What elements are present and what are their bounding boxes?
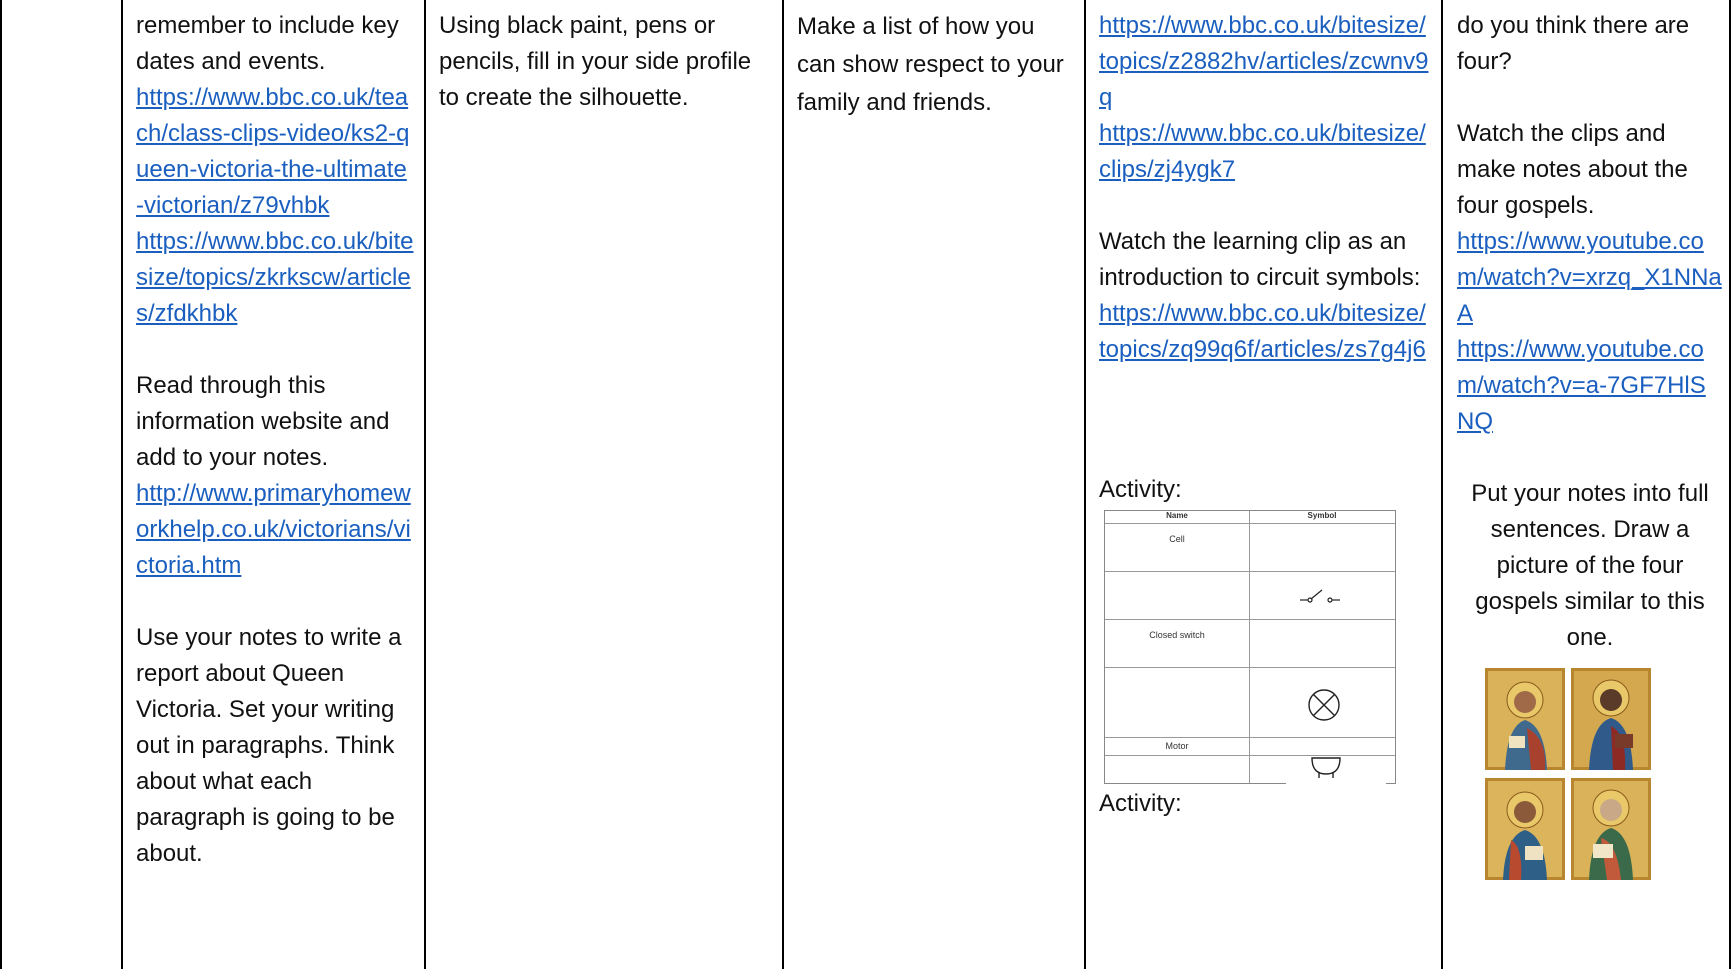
cell-text: Watch the learning clip as an introducti…: [1099, 228, 1421, 291]
primaryhomework-link[interactable]: http://www.primaryhomeworkhelp.co.uk/vic…: [136, 476, 414, 584]
cell-text: Watch the clips and make notes about the…: [1457, 120, 1688, 219]
table-border: [1441, 0, 1443, 969]
cell-science: https://www.bbc.co.uk/bitesize/topics/z2…: [1099, 8, 1431, 368]
cell-text: Put your notes into full sentences. Draw…: [1471, 480, 1709, 651]
table-border: [1084, 0, 1086, 969]
column-header: Name: [1166, 511, 1188, 520]
component-name: Cell: [1169, 534, 1185, 544]
bbc-link[interactable]: https://www.bbc.co.uk/bitesize/topics/zk…: [136, 224, 414, 332]
table-row: [1105, 667, 1395, 738]
cell-re: do you think there are four? Watch the c…: [1457, 8, 1723, 656]
gospel-icon: [1485, 668, 1565, 770]
table-border: [782, 0, 784, 969]
cell-text: do you think there are four?: [1457, 12, 1690, 75]
component-name: Motor: [1165, 741, 1189, 751]
table-row: [1105, 571, 1395, 620]
cell-text: Make a list of how you can show respect …: [797, 13, 1064, 116]
youtube-link[interactable]: https://www.youtube.com/watch?v=a-7GF7Hl…: [1457, 332, 1723, 440]
table-row: Cell: [1105, 523, 1395, 572]
cell-art: Using black paint, pens or pencils, fill…: [439, 8, 769, 116]
table-border: [1729, 0, 1731, 969]
bbc-link[interactable]: https://www.bbc.co.uk/teach/class-clips-…: [136, 80, 414, 224]
gospel-icon: [1571, 778, 1651, 880]
table-row: Closed switch: [1105, 619, 1395, 668]
cell-text: remember to include key dates and events…: [136, 12, 399, 75]
bbc-link[interactable]: https://www.bbc.co.uk/bitesize/topics/z2…: [1099, 8, 1431, 116]
bbc-link[interactable]: https://www.bbc.co.uk/bitesize/topics/zq…: [1099, 296, 1431, 368]
worksheet-table: remember to include key dates and events…: [0, 0, 1732, 969]
four-gospels-picture: [1485, 668, 1653, 880]
gospel-icon: [1571, 668, 1651, 770]
cell-history: remember to include key dates and events…: [136, 8, 414, 872]
cell-text: Use your notes to write a report about Q…: [136, 624, 402, 867]
column-header: Symbol: [1307, 511, 1337, 520]
image-edge: [1286, 778, 1386, 788]
open-switch-icon: [1300, 589, 1340, 603]
table-border: [0, 0, 2, 969]
youtube-link[interactable]: https://www.youtube.com/watch?v=xrzq_X1N…: [1457, 224, 1723, 332]
cell-text: Using black paint, pens or pencils, fill…: [439, 12, 752, 111]
lamp-icon: [1308, 689, 1340, 721]
cell-pshe: Make a list of how you can show respect …: [797, 8, 1069, 122]
bbc-link[interactable]: https://www.bbc.co.uk/bitesize/clips/zj4…: [1099, 116, 1431, 188]
table-border: [121, 0, 123, 969]
table-border: [424, 0, 426, 969]
gospel-icon: [1485, 778, 1565, 880]
cell-text: Read through this information website an…: [136, 372, 390, 471]
table-row: Motor: [1105, 737, 1395, 756]
circuit-symbols-table: Name Symbol Cell Closed switch Motor: [1104, 510, 1396, 784]
activity-label: Activity:: [1099, 476, 1182, 503]
activity-label: Activity:: [1099, 790, 1182, 817]
component-name: Closed switch: [1149, 630, 1205, 640]
